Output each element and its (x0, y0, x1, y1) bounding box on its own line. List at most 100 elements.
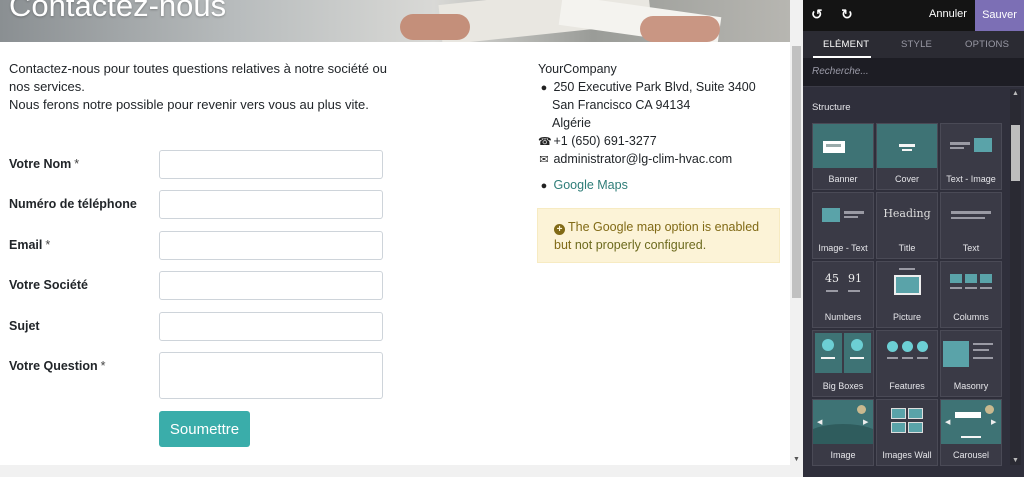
scrollbar-thumb[interactable] (1011, 125, 1020, 181)
block-label: Image - Text (818, 243, 868, 253)
question-textarea[interactable] (159, 352, 383, 399)
thumb-line (950, 287, 962, 289)
cancel-button[interactable]: Annuler (929, 8, 967, 20)
phone-input[interactable] (159, 190, 383, 219)
block-label: Cover (894, 174, 919, 184)
tab-style[interactable]: STYLE (901, 39, 932, 50)
thumb-image (965, 274, 977, 283)
block-label: Features (889, 381, 925, 391)
thumb-number: 45 (825, 272, 839, 285)
field-label: Numéro de téléphone (9, 197, 137, 211)
thumb-image (974, 138, 992, 152)
intro-text: Contactez-nous pour toutes questions rel… (9, 60, 399, 114)
thumb-line (951, 217, 985, 219)
map-marker-icon: ● (540, 82, 548, 94)
thumb-circle (917, 341, 928, 352)
chevron-left-icon: ◀ (817, 419, 823, 426)
numbers-thumbnail: 45 91 (813, 262, 873, 306)
banner-thumbnail (813, 124, 873, 168)
scrollbar-thumb[interactable] (792, 46, 801, 298)
chevron-left-icon: ◀ (945, 419, 951, 426)
envelope-icon: ✉ (539, 154, 549, 166)
block-numbers[interactable]: 45 91 Numbers (812, 261, 874, 328)
block-search-input[interactable]: Recherche... (803, 58, 1024, 87)
google-maps-link[interactable]: ● Google Maps (538, 178, 628, 192)
block-text[interactable]: Text (940, 192, 1002, 259)
block-cover[interactable]: Cover (876, 123, 938, 190)
tab-element[interactable]: ELÉMENT (823, 39, 869, 50)
block-big-boxes[interactable]: Big Boxes (812, 330, 874, 397)
thumb-line (917, 357, 928, 359)
columns-thumbnail (941, 262, 1001, 306)
block-title[interactable]: Heading Title (876, 192, 938, 259)
block-carousel[interactable]: ◀ ▶ Carousel (940, 399, 1002, 466)
block-image[interactable]: ◀ ▶ Image (812, 399, 874, 466)
subject-input[interactable] (159, 312, 383, 341)
block-images-wall[interactable]: Images Wall (876, 399, 938, 466)
scroll-down-icon[interactable]: ▼ (1012, 457, 1019, 464)
tab-options[interactable]: OPTIONS (965, 39, 1009, 50)
thumb-line (973, 343, 993, 345)
block-text-image[interactable]: Text - Image (940, 123, 1002, 190)
image-text-thumbnail (813, 193, 873, 237)
thumb-line (844, 216, 858, 218)
submit-button[interactable]: Soumettre (159, 411, 250, 447)
thumb-heading-text: Heading (883, 207, 931, 220)
thumb-line (950, 142, 970, 145)
map-warning-alert: + The Google map option is enabled but no… (537, 208, 780, 263)
hero-hand (400, 14, 470, 40)
cover-thumbnail (877, 124, 937, 168)
undo-icon[interactable]: ↺ (811, 6, 823, 23)
thumb-line (902, 357, 913, 359)
field-label: Email * (9, 238, 51, 252)
block-label: Columns (953, 312, 989, 322)
thumb-line (965, 287, 977, 289)
scroll-down-icon[interactable]: ▼ (793, 456, 800, 463)
thumb-image (980, 274, 992, 283)
thumb-circle (851, 339, 863, 351)
thumb-line (899, 144, 915, 147)
block-label: Image (830, 450, 856, 460)
thumb-image (894, 275, 921, 295)
company-input[interactable] (159, 271, 383, 300)
address-line: Algérie (552, 116, 591, 130)
save-button[interactable]: Sauver (975, 0, 1024, 31)
page-horizontal-scrollbar[interactable] (0, 465, 803, 477)
block-image-text[interactable]: Image - Text (812, 192, 874, 259)
block-label: Big Boxes (822, 381, 864, 391)
page-title: Contactez-nous (9, 0, 227, 23)
block-features[interactable]: Features (876, 330, 938, 397)
alert-config-link[interactable]: not properly configured. (575, 238, 706, 252)
chevron-right-icon: ▶ (991, 419, 997, 426)
block-label: Text (962, 243, 980, 253)
thumb-circle (822, 339, 834, 351)
scroll-up-icon[interactable]: ▲ (1012, 90, 1019, 97)
thumb-line (973, 349, 989, 351)
form-row-subject: Sujet (9, 312, 389, 342)
block-label: Images Wall (882, 450, 932, 460)
email-line: ✉ administrator@lg-clim-hvac.com (538, 150, 732, 169)
thumb-line (821, 357, 835, 359)
page-vertical-scrollbar[interactable]: ▼ (790, 0, 803, 465)
name-input[interactable] (159, 150, 383, 179)
thumb-circle (887, 341, 898, 352)
phone-line: ☎ +1 (650) 691-3277 (538, 132, 657, 151)
thumb-line (887, 357, 898, 359)
block-banner[interactable]: Banner (812, 123, 874, 190)
text-thumbnail (941, 193, 1001, 237)
section-title: Structure (812, 102, 851, 113)
block-columns[interactable]: Columns (940, 261, 1002, 328)
redo-icon[interactable]: ↻ (841, 6, 853, 23)
panel-scrollbar[interactable]: ▲ ▼ (1010, 89, 1021, 465)
thumb-line (980, 287, 992, 289)
intro-line: Contactez-nous pour toutes questions rel… (9, 61, 387, 94)
thumb-line (826, 290, 838, 292)
form-row-question: Votre Question * (9, 352, 389, 400)
plus-circle-icon: + (554, 224, 565, 235)
block-label: Picture (892, 312, 921, 322)
alert-line: but not properly configured. (554, 236, 763, 254)
field-label: Votre Question * (9, 359, 106, 373)
email-input[interactable] (159, 231, 383, 260)
block-masonry[interactable]: Masonry (940, 330, 1002, 397)
block-picture[interactable]: Picture (876, 261, 938, 328)
